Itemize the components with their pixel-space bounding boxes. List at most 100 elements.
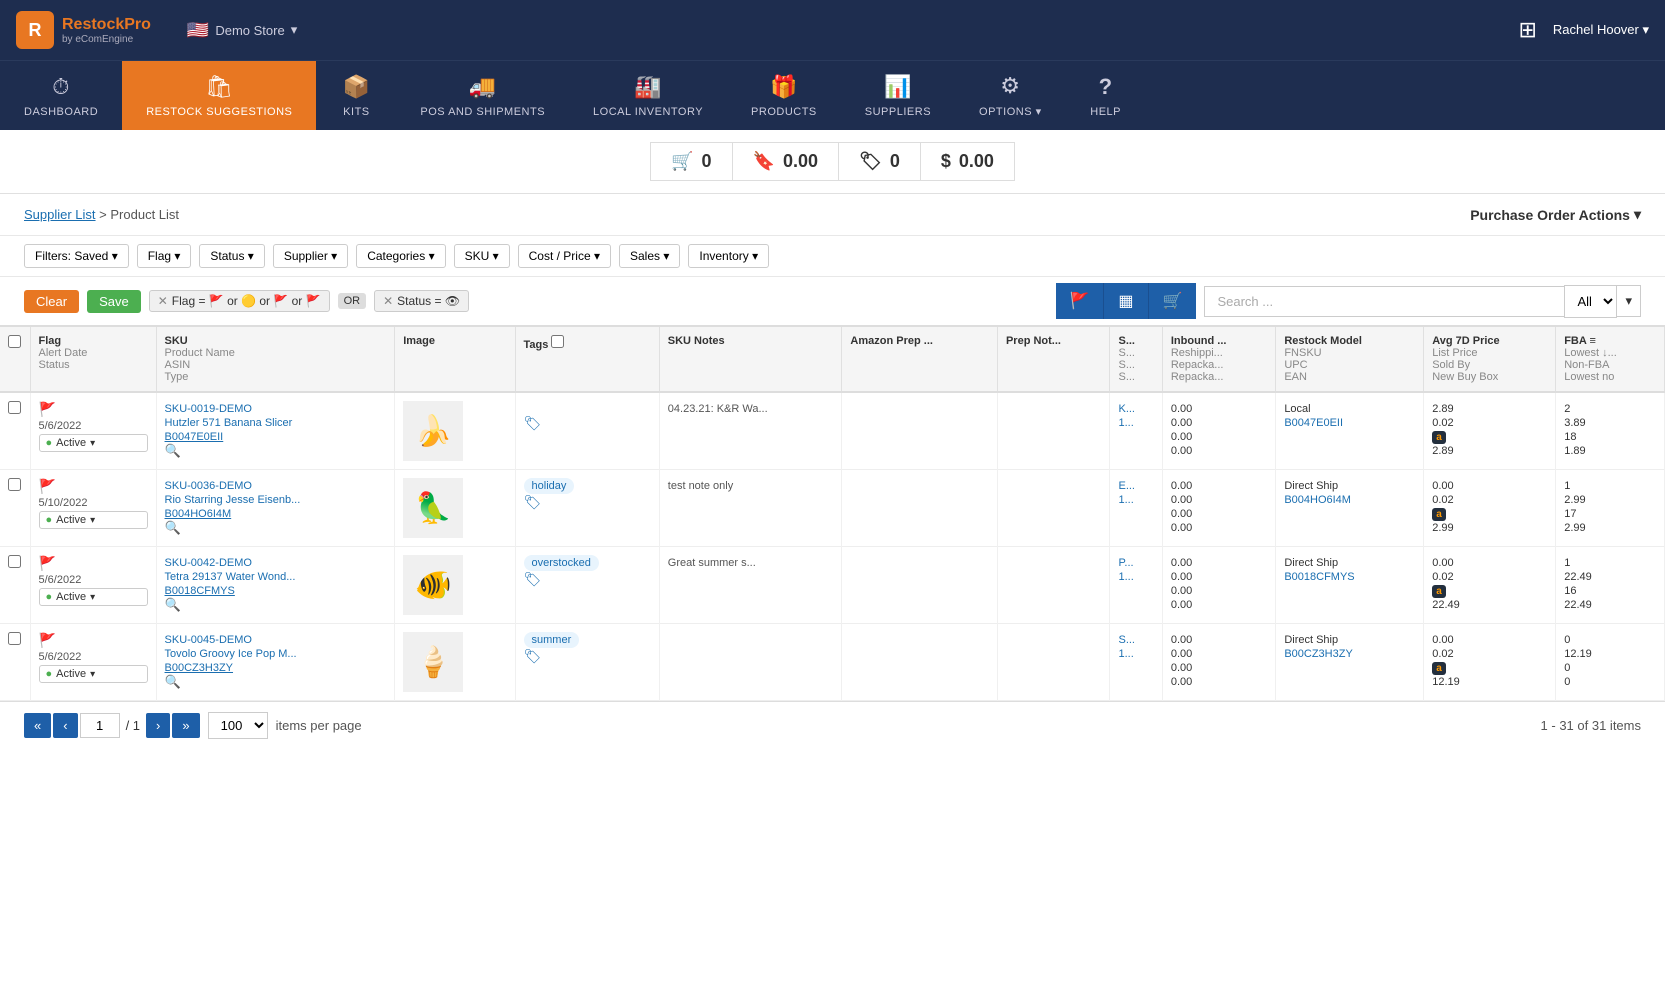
row-sku-cell: SKU-0036-DEMO Rio Starring Jesse Eisenb.… — [156, 470, 395, 547]
nav-local[interactable]: 🏭 Local Inventory — [569, 61, 727, 130]
row-status-badge[interactable]: ● Active ▾ — [39, 665, 148, 683]
save-button[interactable]: Save — [87, 290, 141, 313]
row-tag-icon[interactable]: 🏷 — [524, 415, 542, 431]
cart-icon: 🛒 — [671, 151, 693, 172]
nav-pos[interactable]: 🚚 POs and Shipments — [396, 61, 569, 130]
select-all-checkbox[interactable] — [8, 335, 21, 348]
filter-saved[interactable]: Filters: Saved ▾ — [24, 244, 129, 268]
items-per-page-select[interactable]: 100 50 25 — [208, 712, 268, 739]
nav-dashboard[interactable]: ⏱ Dashboard — [0, 61, 122, 130]
row-new-buy-box: 2.99 — [1432, 522, 1453, 534]
nav-help[interactable]: ? Help — [1066, 61, 1146, 130]
row-checkbox[interactable] — [8, 401, 21, 414]
user-name[interactable]: Rachel Hoover ▾ — [1553, 22, 1649, 38]
row-checkbox[interactable] — [8, 555, 21, 568]
filter-supplier[interactable]: Supplier ▾ — [273, 244, 348, 268]
store-selector[interactable]: 🇺🇸 Demo Store ▾ — [187, 20, 297, 41]
flag-filter-remove[interactable]: ✕ — [158, 294, 168, 308]
row-search-icon[interactable]: 🔍 — [165, 674, 181, 689]
filter-sales[interactable]: Sales ▾ — [619, 244, 680, 268]
row-checkbox[interactable] — [8, 632, 21, 645]
filter-sku[interactable]: SKU ▾ — [454, 244, 510, 268]
search-dropdown-icon[interactable]: ▾ — [1617, 285, 1641, 317]
row-s-value: S... — [1118, 634, 1135, 646]
row-checkbox[interactable] — [8, 478, 21, 491]
status-filter-remove[interactable]: ✕ — [383, 294, 393, 308]
filter-status[interactable]: Status ▾ — [199, 244, 264, 268]
row-sku-link[interactable]: SKU-0019-DEMO — [165, 403, 252, 415]
search-input[interactable] — [1204, 286, 1564, 317]
row-status-badge[interactable]: ● Active ▾ — [39, 434, 148, 452]
row-lowest-no: 22.49 — [1564, 599, 1592, 611]
store-dropdown-icon: ▾ — [291, 22, 298, 38]
row-sku-notes: 04.23.21: K&R Wa... — [668, 403, 768, 415]
row-image-cell: 🐠 — [395, 547, 515, 624]
first-page-button[interactable]: « — [24, 713, 51, 738]
nav-products[interactable]: 🎁 Products — [727, 61, 841, 130]
summary-tag: 🔖 0.00 — [732, 142, 838, 181]
view-cart-button[interactable]: 🛒 — [1149, 283, 1197, 319]
header-image: Image — [395, 326, 515, 392]
tag-icon: 🔖 — [753, 151, 775, 172]
filter-flag-label: Flag ▾ — [148, 249, 181, 263]
row-restock-model: Direct Ship — [1284, 557, 1338, 569]
nav-options[interactable]: ⚙ Options ▾ — [955, 61, 1066, 130]
row-inbound4: 0.00 — [1171, 676, 1192, 688]
row-non-fba: 17 — [1564, 508, 1576, 520]
row-search-icon[interactable]: 🔍 — [165, 597, 181, 612]
view-flag-button[interactable]: 🚩 — [1056, 283, 1105, 319]
nav-restock[interactable]: 🛍 Restock Suggestions — [122, 61, 316, 130]
filter-cost-price[interactable]: Cost / Price ▾ — [518, 244, 611, 268]
row-lowest: 3.89 — [1564, 417, 1585, 429]
last-page-button[interactable]: » — [172, 713, 199, 738]
row-tag-icon[interactable]: 🏷 — [524, 648, 542, 664]
row-sku-link[interactable]: SKU-0045-DEMO — [165, 634, 252, 646]
nav-kits[interactable]: 📦 Kits — [316, 61, 396, 130]
row-sku-notes-cell: Great summer s... — [659, 547, 842, 624]
po-actions-button[interactable]: Purchase Order Actions ▾ — [1470, 206, 1641, 223]
row-tag-icon[interactable]: 🏷 — [524, 571, 542, 587]
row-status-badge[interactable]: ● Active ▾ — [39, 588, 148, 606]
row-s-cell: S... 1... — [1110, 624, 1162, 701]
row-restock-cell: Local B0047E0EII — [1276, 392, 1424, 470]
row-prep-not-cell — [997, 624, 1110, 701]
filter-flag[interactable]: Flag ▾ — [137, 244, 192, 268]
row-search-icon[interactable]: 🔍 — [165, 443, 181, 458]
breadcrumb-supplier[interactable]: Supplier List — [24, 207, 96, 222]
prev-page-button[interactable]: ‹ — [53, 713, 77, 738]
row-lowest-no: 1.89 — [1564, 445, 1585, 457]
row-asin-link[interactable]: B004HO6I4M — [165, 508, 232, 520]
next-page-button[interactable]: › — [146, 713, 170, 738]
row-flag: 🚩 — [39, 632, 148, 649]
row-inbound3: 0.00 — [1171, 431, 1192, 443]
grid-icon[interactable]: ⊞ — [1518, 17, 1536, 43]
nav-suppliers[interactable]: 📊 Suppliers — [841, 61, 955, 130]
row-asin-link[interactable]: B00CZ3H3ZY — [165, 662, 233, 674]
row-tag-icon[interactable]: 🏷 — [524, 494, 542, 510]
logo: R RestockPro by eComEngine — [16, 11, 151, 49]
tags-header-checkbox[interactable] — [551, 335, 564, 348]
clear-button[interactable]: Clear — [24, 290, 79, 313]
row-amazon-icon: a — [1432, 662, 1446, 675]
row-asin-link[interactable]: B0018CFMYS — [165, 585, 235, 597]
header-prep-not: Prep Not... — [997, 326, 1110, 392]
row-sku-link[interactable]: SKU-0042-DEMO — [165, 557, 252, 569]
row-avg7d-cell: 2.89 0.02 a 2.89 — [1424, 392, 1556, 470]
row-search-icon[interactable]: 🔍 — [165, 520, 181, 535]
filter-categories[interactable]: Categories ▾ — [356, 244, 445, 268]
row-new-buy-box: 22.49 — [1432, 599, 1460, 611]
row-status-badge[interactable]: ● Active ▾ — [39, 511, 148, 529]
po-actions-label: Purchase Order Actions — [1470, 207, 1630, 223]
row-sku-link[interactable]: SKU-0036-DEMO — [165, 480, 252, 492]
filter-inventory[interactable]: Inventory ▾ — [688, 244, 769, 268]
logo-sub: by eComEngine — [62, 34, 151, 45]
product-table: FlagAlert DateStatus SKUProduct NameASIN… — [0, 325, 1665, 701]
header-sku: SKUProduct NameASINType — [156, 326, 395, 392]
view-toggle: 🚩 ▦ 🛒 — [1056, 283, 1197, 319]
row-alert-date: 5/10/2022 — [39, 497, 148, 509]
row-asin-link[interactable]: B0047E0EII — [165, 431, 224, 443]
search-all-select[interactable]: All — [1564, 285, 1617, 318]
row-alert-date: 5/6/2022 — [39, 651, 148, 663]
view-grid-button[interactable]: ▦ — [1104, 283, 1148, 319]
page-number-input[interactable] — [80, 713, 120, 738]
